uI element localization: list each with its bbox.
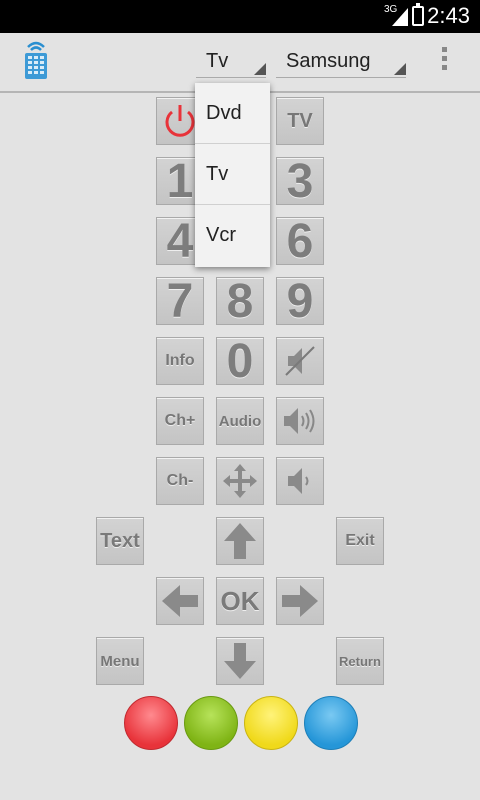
mute-button[interactable] — [276, 337, 324, 385]
digit-9-button[interactable]: 9 — [276, 275, 324, 328]
brand-spinner-value: Samsung — [286, 50, 371, 72]
digit-3-button[interactable]: 3 — [276, 155, 324, 208]
menu-button[interactable]: Menu — [96, 637, 144, 685]
dropdown-option-vcr[interactable]: Vcr — [195, 205, 270, 266]
red-button[interactable] — [124, 696, 178, 750]
move-button[interactable] — [216, 457, 264, 505]
signal-icon — [392, 8, 408, 26]
green-button[interactable] — [184, 696, 238, 750]
yellow-button[interactable] — [244, 696, 298, 750]
clock: 2:43 — [427, 3, 470, 28]
ok-button[interactable]: OK — [216, 577, 264, 625]
text-button[interactable]: Text — [96, 517, 144, 565]
status-bar: 3G 2:43 — [0, 0, 480, 33]
right-button[interactable] — [276, 577, 324, 625]
digit-8-button[interactable]: 8 — [216, 275, 264, 328]
digit-7-button[interactable]: 7 — [156, 275, 204, 328]
blue-button[interactable] — [304, 696, 358, 750]
digit-0-button[interactable]: 0 — [216, 335, 264, 388]
spinner-arrow-icon — [254, 63, 266, 75]
arrow-up-icon — [224, 523, 256, 559]
overflow-menu-icon[interactable] — [438, 47, 450, 77]
device-dropdown: Dvd Tv Vcr — [195, 83, 270, 267]
info-button[interactable]: Info — [156, 337, 204, 385]
tv-button[interactable]: TV — [276, 97, 324, 145]
dropdown-option-dvd[interactable]: Dvd — [195, 83, 270, 144]
brand-spinner[interactable]: Samsung — [276, 47, 406, 78]
device-spinner-value: Tv — [206, 50, 229, 72]
power-icon — [165, 105, 195, 137]
mute-icon — [285, 346, 315, 376]
digit-6-button[interactable]: 6 — [276, 215, 324, 268]
arrow-down-icon — [224, 643, 256, 679]
move-arrows-icon — [223, 464, 257, 498]
spinner-arrow-icon — [394, 63, 406, 75]
exit-button[interactable]: Exit — [336, 517, 384, 565]
channel-down-button[interactable]: Ch- — [156, 457, 204, 505]
channel-up-button[interactable]: Ch+ — [156, 397, 204, 445]
down-button[interactable] — [216, 637, 264, 685]
volume-up-button[interactable] — [276, 397, 324, 445]
arrow-right-icon — [282, 585, 318, 617]
volume-down-icon — [288, 468, 309, 494]
battery-icon — [412, 3, 424, 26]
return-button[interactable]: Return — [336, 637, 384, 685]
device-spinner[interactable]: Tv — [196, 47, 266, 78]
remote-icon[interactable] — [22, 41, 50, 81]
volume-down-button[interactable] — [276, 457, 324, 505]
dropdown-option-tv[interactable]: Tv — [195, 144, 270, 205]
left-button[interactable] — [156, 577, 204, 625]
up-button[interactable] — [216, 517, 264, 565]
audio-button[interactable]: Audio — [216, 397, 264, 445]
volume-up-icon — [284, 408, 315, 434]
arrow-left-icon — [162, 585, 198, 617]
